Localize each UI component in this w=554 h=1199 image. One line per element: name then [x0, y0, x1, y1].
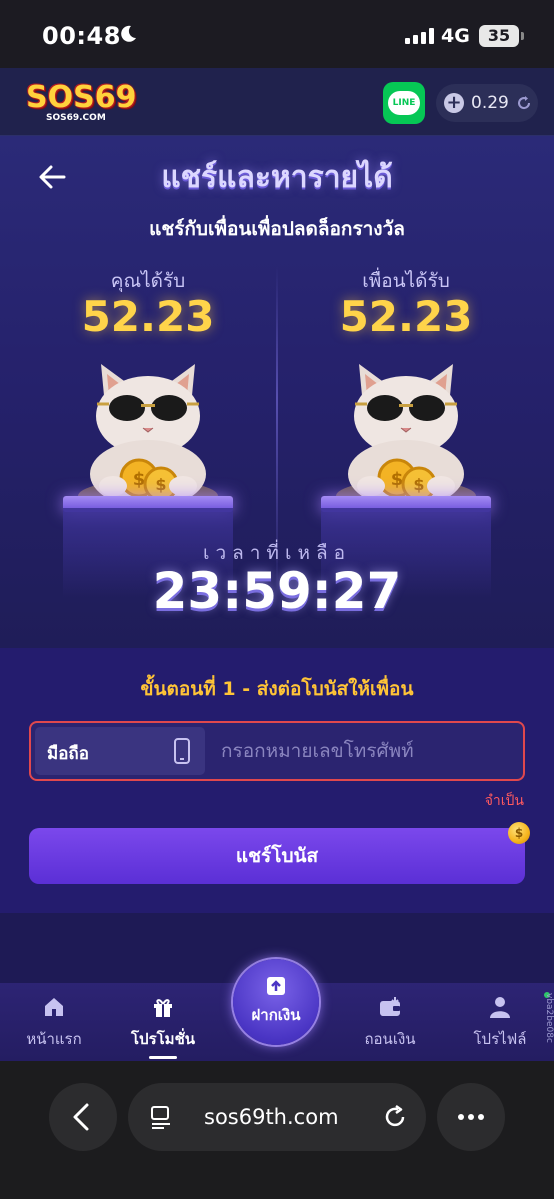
share-bonus-button[interactable]: แชร์โบนัส [29, 828, 525, 884]
logo[interactable]: SOS69 SOS69.COM [26, 80, 136, 126]
coin-icon: $ [508, 822, 530, 844]
balance-value: 0.29 [471, 93, 509, 113]
required-hint: จำเป็น [484, 793, 524, 809]
browser-back-button[interactable] [49, 1083, 117, 1151]
phone-field: มือถือ [29, 721, 525, 781]
wallet-icon [380, 997, 400, 1016]
share-hero: แชร์และหารายได้ แชร์กับเพื่อนเพื่อปลดล็อ… [0, 136, 554, 648]
nav-withdraw[interactable]: ถอนเงิน [342, 983, 438, 1061]
svg-text:$: $ [391, 469, 404, 490]
phone-type-selector[interactable]: มือถือ [35, 727, 205, 775]
logo-subtext: SOS69.COM [46, 113, 106, 123]
phone-type-label: มือถือ [47, 744, 89, 764]
refresh-icon[interactable] [516, 95, 532, 111]
network-type: 4G [441, 25, 470, 47]
cat-coins-image-right: $ $ [311, 346, 501, 516]
status-bar: 00:48 4G 35 [0, 0, 554, 68]
nav-home-label: หน้าแรก [26, 1030, 82, 1048]
moon-icon [121, 25, 136, 42]
signal-icon [405, 28, 434, 44]
line-icon: LINE [388, 91, 420, 115]
logo-text: SOS69 [26, 80, 137, 115]
reload-icon[interactable] [382, 1104, 408, 1130]
you-receive-value: 52.23 [81, 292, 215, 341]
step-title: ขั้นตอนที่ 1 - ส่งต่อโบนัสให้เพื่อน [140, 678, 414, 700]
nav-promotions[interactable]: โปรโมชั่น [115, 983, 211, 1061]
mobile-phone-icon [174, 738, 190, 764]
svg-text:$: $ [155, 475, 166, 494]
plus-icon[interactable]: + [444, 93, 464, 113]
deposit-icon [267, 977, 285, 995]
svg-text:$: $ [413, 475, 424, 494]
active-tab-indicator [149, 1056, 177, 1059]
nav-withdraw-label: ถอนเงิน [364, 1030, 416, 1048]
balance-pill[interactable]: + 0.29 [436, 84, 538, 122]
countdown-timer: 23:59:27 [152, 562, 402, 620]
nav-profile-label: โปรไฟล์ [473, 1030, 527, 1048]
address-bar[interactable]: sos69th.com [128, 1083, 426, 1151]
reader-icon [151, 1106, 170, 1129]
chevron-left-icon [73, 1103, 89, 1131]
nav-deposit[interactable]: ฝากเงิน [233, 959, 319, 1045]
nav-profile[interactable]: โปรไฟล์ [452, 983, 548, 1061]
phone-number-input[interactable] [221, 727, 517, 775]
nav-home[interactable]: หน้าแรก [6, 983, 102, 1061]
gift-icon [154, 999, 172, 1017]
url-text: sos69th.com [204, 1105, 339, 1129]
page-title: แชร์และหารายได้ [161, 160, 393, 195]
nav-deposit-label: ฝากเงิน [251, 1006, 301, 1024]
browser-more-button[interactable] [437, 1083, 505, 1151]
user-icon [490, 997, 510, 1018]
browser-toolbar: sos69th.com [0, 1061, 554, 1199]
status-time: 00:48 [42, 22, 121, 50]
home-icon [45, 998, 63, 1016]
line-button[interactable]: LINE [383, 82, 425, 124]
svg-text:$: $ [133, 469, 146, 490]
page-subtitle: แชร์กับเพื่อนเพื่อปลดล็อกรางวัล [149, 218, 405, 240]
battery-icon: 35 [479, 25, 524, 47]
nav-promotions-label: โปรโมชั่น [130, 1030, 195, 1048]
app-header: SOS69 SOS69.COM LINE + 0.29 [0, 68, 554, 136]
bottom-nav: หน้าแรก โปรโมชั่น ฝากเงิน ถอนเงิน โปรไฟล… [0, 959, 554, 1061]
step-section: ขั้นตอนที่ 1 - ส่งต่อโบนัสให้เพื่อน มือถ… [0, 648, 554, 913]
version-id: vba2be08c [544, 993, 554, 1043]
more-icon [458, 1114, 484, 1120]
cat-coins-image-left: $ $ [53, 346, 243, 516]
friend-receive-value: 52.23 [339, 292, 473, 341]
